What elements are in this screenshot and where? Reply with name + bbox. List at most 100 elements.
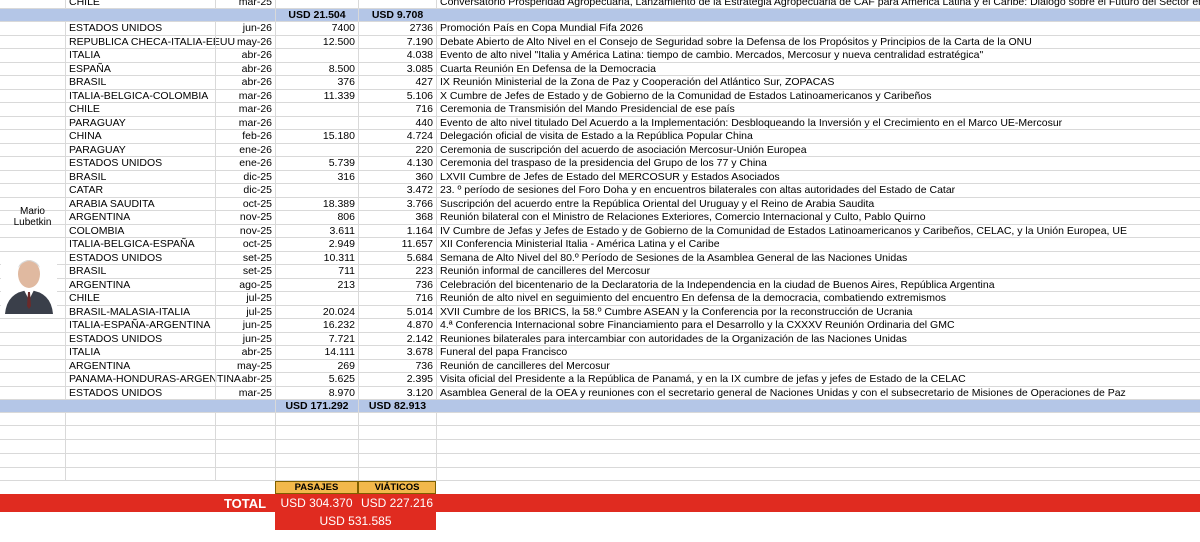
date-cell[interactable]: set-25	[215, 265, 275, 278]
viaticos-cell[interactable]: 220	[358, 143, 436, 156]
description-cell[interactable]: 4.ª Conferencia Internacional sobre Fina…	[436, 319, 1200, 332]
pasajes-cell[interactable]	[275, 116, 358, 129]
description-cell[interactable]: Evento de alto nivel titulado Del Acuerd…	[436, 116, 1200, 129]
grand-total[interactable]: USD 531.585	[275, 512, 436, 530]
pasajes-header[interactable]: PASAJES	[275, 481, 358, 494]
date-cell[interactable]: abr-26	[215, 49, 275, 62]
date-cell[interactable]: set-25	[215, 251, 275, 264]
subtotal-viaticos[interactable]: USD 9.708	[358, 9, 436, 21]
date-cell[interactable]: oct-25	[215, 197, 275, 210]
table-row[interactable]: CHILE mar-25 Conversatorio Prosperidad A…	[0, 0, 1200, 9]
viaticos-cell[interactable]: 5.106	[358, 89, 436, 102]
country-cell[interactable]: ITALIA-ESPAÑA-ARGENTINA	[65, 319, 215, 332]
empty-cell[interactable]	[65, 454, 215, 467]
name-cell[interactable]	[0, 22, 65, 35]
country-cell[interactable]: CHILE	[65, 292, 215, 305]
subtotal-pasajes[interactable]: USD 21.504	[275, 9, 358, 21]
date-cell[interactable]: jun-26	[215, 22, 275, 35]
description-cell[interactable]: XVII Cumbre de los BRICS, la 58.º Cumbre…	[436, 305, 1200, 318]
empty-row[interactable]	[0, 440, 1200, 454]
pasajes-cell[interactable]: 15.180	[275, 130, 358, 143]
date-cell[interactable]: dic-25	[215, 184, 275, 197]
empty-cell[interactable]	[65, 440, 215, 453]
description-cell[interactable]: Reunión bilateral con el Ministro de Rel…	[436, 211, 1200, 224]
date-cell[interactable]: oct-25	[215, 238, 275, 251]
name-cell[interactable]	[0, 171, 65, 184]
pasajes-cell[interactable]: 14.111	[275, 346, 358, 359]
date-cell[interactable]: mar-26	[215, 89, 275, 102]
table-row[interactable]: ESPAÑA abr-26 8.500 3.085 Cuarta Reunión En …	[0, 62, 1200, 76]
table-row[interactable]: BRASIL abr-26 376 427 IX Reunión Ministerial…	[0, 76, 1200, 90]
table-row[interactable]: BRASIL dic-25 316 360 LXVII Cumbre de Jefes …	[0, 170, 1200, 184]
description-cell[interactable]: Funeral del papa Francisco	[436, 346, 1200, 359]
empty-cell[interactable]	[275, 454, 358, 467]
pasajes-cell[interactable]: 10.311	[275, 251, 358, 264]
country-cell[interactable]: CHINA	[65, 130, 215, 143]
viaticos-cell[interactable]: 1.164	[358, 224, 436, 237]
empty-cell[interactable]	[215, 413, 275, 425]
description-cell[interactable]: IV Cumbre de Jefas y Jefes de Estado y d…	[436, 224, 1200, 237]
table-row[interactable]: PANAMA-HONDURAS-ARGENTINA abr-25 5.625 2.39…	[0, 373, 1200, 387]
pasajes-cell[interactable]: 11.339	[275, 89, 358, 102]
viaticos-cell[interactable]: 368	[358, 211, 436, 224]
name-cell[interactable]	[0, 103, 65, 116]
empty-cell[interactable]	[358, 440, 436, 453]
name-cell[interactable]	[0, 130, 65, 143]
description-cell[interactable]: 23. º período de sesiones del Foro Doha …	[436, 184, 1200, 197]
country-cell[interactable]: ARGENTINA	[65, 359, 215, 372]
empty-row[interactable]	[0, 413, 1200, 426]
viaticos-cell[interactable]: 736	[358, 359, 436, 372]
viaticos-cell[interactable]: 440	[358, 116, 436, 129]
pasajes-cell[interactable]: 8.970	[275, 386, 358, 399]
viaticos-cell[interactable]: 4.130	[358, 157, 436, 170]
table-row[interactable]: ITALIA-ESPAÑA-ARGENTINA jun-25 16.232 4.870…	[0, 319, 1200, 333]
pasajes-cell[interactable]: 806	[275, 211, 358, 224]
table-row[interactable]: CHINA feb-26 15.180 4.724 Delegación oficial…	[0, 130, 1200, 144]
table-row[interactable]: ESTADOS UNIDOS jun-26 7400 2736 Promoción Pa…	[0, 22, 1200, 36]
description-cell[interactable]: LXVII Cumbre de Jefes de Estado del MERC…	[436, 170, 1200, 183]
country-cell[interactable]: ESTADOS UNIDOS	[65, 22, 215, 35]
viaticos-cell[interactable]: 716	[358, 292, 436, 305]
description-cell[interactable]: Reunión de alto nivel en seguimiento del…	[436, 292, 1200, 305]
empty-row[interactable]	[0, 426, 1200, 440]
empty-row[interactable]	[0, 454, 1200, 468]
viaticos-cell[interactable]: 5.684	[358, 251, 436, 264]
viaticos-header[interactable]: VIÁTICOS	[358, 481, 436, 494]
country-cell[interactable]: BRASIL	[65, 170, 215, 183]
table-row[interactable]: BRASIL set-25 711 223 Reunión informal de ca…	[0, 265, 1200, 279]
name-cell[interactable]	[0, 90, 65, 103]
viaticos-cell[interactable]: 4.038	[358, 49, 436, 62]
total-label[interactable]: TOTAL	[215, 494, 275, 512]
country-cell[interactable]: ITALIA	[65, 346, 215, 359]
name-cell[interactable]	[0, 76, 65, 89]
country-cell[interactable]: ESPAÑA	[65, 62, 215, 75]
date-cell[interactable]: mar-26	[215, 116, 275, 129]
table-row[interactable]: ITALIA-BELGICA-ESPAÑA oct-25 2.949 11.657 XI…	[0, 238, 1200, 252]
table-row[interactable]: ARGENTINA ago-25 213 736 Celebración del bic…	[0, 278, 1200, 292]
date-cell[interactable]: mar-25	[215, 0, 275, 8]
table-row[interactable]: PARAGUAY mar-26 440 Evento de alto nivel ti…	[0, 116, 1200, 130]
name-cell[interactable]	[0, 0, 65, 8]
date-cell[interactable]: ene-26	[215, 143, 275, 156]
date-cell[interactable]: abr-25	[215, 346, 275, 359]
country-cell[interactable]: REPUBLICA CHECA-ITALIA-EEUU	[65, 35, 235, 48]
viaticos-cell[interactable]: 360	[358, 170, 436, 183]
date-cell[interactable]: jun-25	[215, 319, 275, 332]
description-cell[interactable]: Cuarta Reunión En Defensa de la Democrac…	[436, 62, 1200, 75]
country-cell[interactable]: ARGENTINA	[65, 211, 215, 224]
description-cell[interactable]: XII Conferencia Ministerial Italia - Amé…	[436, 238, 1200, 251]
empty-cell[interactable]	[358, 468, 436, 480]
pasajes-cell[interactable]	[275, 292, 358, 305]
pasajes-cell[interactable]: 269	[275, 359, 358, 372]
viaticos-cell[interactable]: 5.014	[358, 305, 436, 318]
pasajes-cell[interactable]	[275, 184, 358, 197]
table-row[interactable]: ARGENTINA may-25 269 736 Reunión de cancille…	[0, 359, 1200, 373]
name-cell[interactable]	[0, 117, 65, 130]
date-cell[interactable]: ago-25	[215, 278, 275, 291]
pasajes-cell[interactable]: 5.625	[275, 373, 358, 386]
country-cell[interactable]: BRASIL-MALASIA-ITALIA	[65, 305, 215, 318]
table-row[interactable]: CATAR dic-25 3.472 23. º período de sesione…	[0, 184, 1200, 198]
name-cell[interactable]	[0, 346, 65, 359]
name-cell[interactable]	[0, 184, 65, 197]
description-cell[interactable]: Reunión informal de cancilleres del Merc…	[436, 265, 1200, 278]
